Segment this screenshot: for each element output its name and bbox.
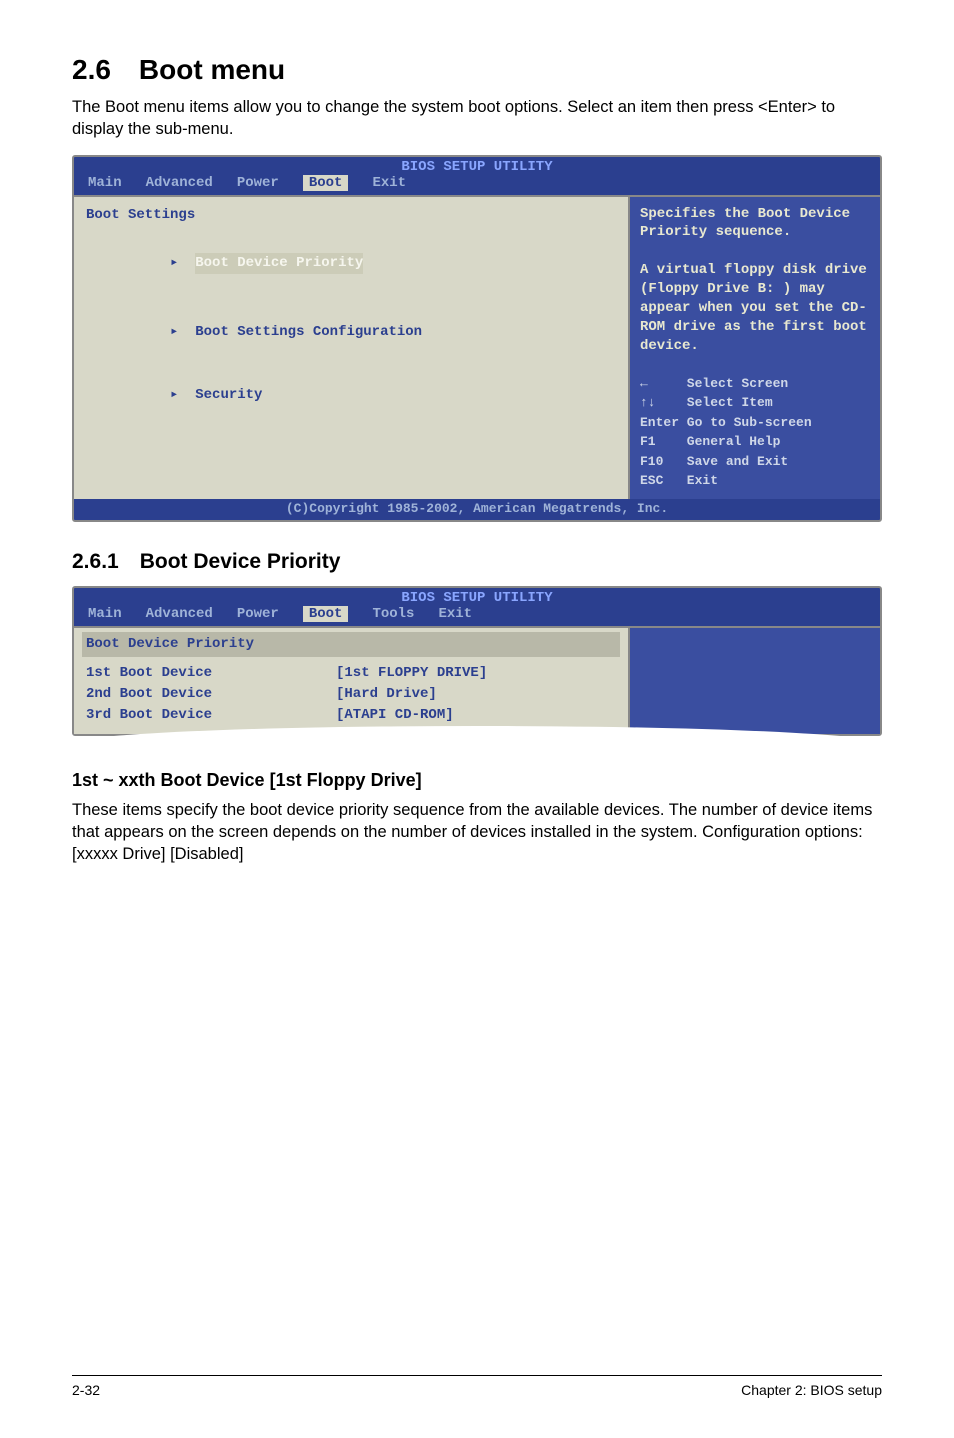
tab-main: Main — [88, 175, 122, 191]
menu-item-security: ▸ Security — [86, 364, 616, 427]
menu-item-boot-settings-config: ▸ Boot Settings Configuration — [86, 301, 616, 364]
bios-left-panel: Boot Settings ▸ Boot Device Priority ▸ B… — [74, 197, 628, 499]
tab-power: Power — [237, 606, 279, 622]
boot-device-value: [Hard Drive] — [336, 684, 437, 705]
bios-key-help: ← Select Screen ↑↓ Select Item Enter Go … — [640, 374, 870, 491]
boot-device-label: 3rd Boot Device — [86, 705, 336, 726]
boot-device-label: 1st Boot Device — [86, 663, 336, 684]
bios-help-panel: Specifies the Boot Device Priority seque… — [628, 197, 880, 499]
bios-help-panel — [628, 628, 880, 734]
tab-tools: Tools — [372, 606, 414, 622]
option-description: These items specify the boot device prio… — [72, 799, 882, 866]
bios-copyright: (C)Copyright 1985-2002, American Megatre… — [74, 499, 880, 520]
tab-advanced: Advanced — [146, 175, 213, 191]
chapter-label: Chapter 2: BIOS setup — [741, 1382, 882, 1398]
bios-title: BIOS SETUP UTILITY — [74, 588, 880, 606]
bios-screenshot-boot-settings: BIOS SETUP UTILITY Main Advanced Power B… — [72, 155, 882, 522]
tab-boot: Boot — [303, 175, 349, 191]
boot-device-value: [1st FLOPPY DRIVE] — [336, 663, 487, 684]
bios-tab-bar: Main Advanced Power Boot Exit — [74, 175, 880, 195]
bios-screenshot-boot-device-priority: BIOS SETUP UTILITY Main Advanced Power B… — [72, 586, 882, 736]
submenu-arrow-icon: ▸ — [170, 324, 195, 340]
tab-power: Power — [237, 175, 279, 191]
section-heading: 2.6 Boot menu — [72, 54, 882, 86]
boot-device-value: [ATAPI CD-ROM] — [336, 705, 454, 726]
bios-left-panel: Boot Device Priority 1st Boot Device [1s… — [74, 628, 628, 734]
tab-advanced: Advanced — [146, 606, 213, 622]
boot-device-label: 2nd Boot Device — [86, 684, 336, 705]
tab-main: Main — [88, 606, 122, 622]
tab-exit: Exit — [438, 606, 472, 622]
page-number: 2-32 — [72, 1382, 100, 1398]
boot-device-row: 3rd Boot Device [ATAPI CD-ROM] — [86, 705, 616, 726]
menu-item-boot-device-priority: ▸ Boot Device Priority — [86, 232, 616, 295]
intro-paragraph: The Boot menu items allow you to change … — [72, 96, 882, 141]
bios-title: BIOS SETUP UTILITY — [74, 157, 880, 175]
boot-device-row: 2nd Boot Device [Hard Drive] — [86, 684, 616, 705]
submenu-arrow-icon: ▸ — [170, 255, 195, 271]
tab-exit: Exit — [372, 175, 406, 191]
boot-settings-title: Boot Settings — [86, 205, 616, 226]
tab-boot: Boot — [303, 606, 349, 622]
panel-title: Boot Device Priority — [82, 632, 620, 657]
page-footer: 2-32 Chapter 2: BIOS setup — [72, 1375, 882, 1398]
boot-device-row: 1st Boot Device [1st FLOPPY DRIVE] — [86, 663, 616, 684]
bios-tab-bar: Main Advanced Power Boot Tools Exit — [74, 606, 880, 626]
bios-item-description: Specifies the Boot Device Priority seque… — [640, 205, 870, 356]
option-heading: 1st ~ xxth Boot Device [1st Floppy Drive… — [72, 770, 882, 791]
submenu-arrow-icon: ▸ — [170, 387, 195, 403]
subsection-heading: 2.6.1 Boot Device Priority — [72, 550, 882, 574]
